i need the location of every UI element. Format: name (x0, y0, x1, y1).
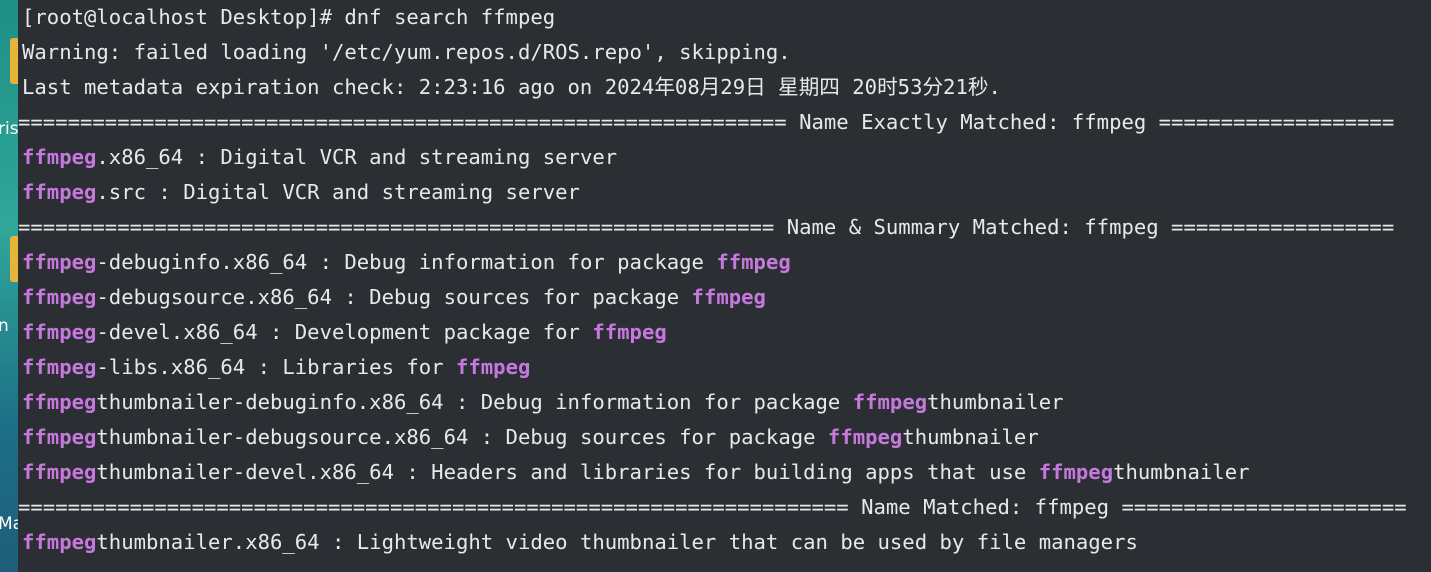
match-highlight: ffmpeg (22, 180, 97, 204)
desktop-label-fragment: n (0, 316, 9, 336)
match-highlight: ffmpeg (22, 355, 97, 379)
match-highlight: ffmpeg (1038, 460, 1114, 484)
entry-text: thumbnailer-debuginfo.x86_64 : Debug inf… (96, 390, 853, 414)
prompt-line: [root@localhost Desktop]# dnf search ffm… (22, 5, 556, 29)
package-entry: ffmpegthumbnailer-debugsource.x86_64 : D… (22, 420, 1039, 455)
package-entry: ffmpeg-debuginfo.x86_64 : Debug informat… (22, 245, 791, 280)
entry-text: -debuginfo.x86_64 : Debug information fo… (96, 250, 717, 274)
entry-text: thumbnailer-debugsource.x86_64 : Debug s… (96, 425, 828, 449)
match-highlight: ffmpeg (455, 355, 531, 379)
section-header: ========================================… (18, 495, 1407, 519)
desktop-label-fragment: Ma (0, 514, 18, 534)
folder-icon[interactable] (10, 236, 18, 282)
match-highlight: ffmpeg (22, 530, 97, 554)
match-highlight: ffmpeg (827, 425, 903, 449)
entry-text: thumbnailer.x86_64 : Lightweight video t… (96, 530, 1138, 554)
match-highlight: ffmpeg (22, 460, 97, 484)
package-entry: ffmpeg.src : Digital VCR and streaming s… (22, 175, 580, 210)
entry-text: -libs.x86_64 : Libraries for (96, 355, 456, 379)
match-highlight: ffmpeg (22, 425, 97, 449)
entry-text: .x86_64 : Digital VCR and streaming serv… (96, 145, 618, 169)
warning-line: Warning: failed loading '/etc/yum.repos.… (22, 40, 791, 64)
entry-text: thumbnailer (1113, 460, 1250, 484)
folder-icon[interactable] (10, 38, 18, 84)
entry-text: thumbnailer (927, 390, 1064, 414)
desktop-background-strip: ris n Ma (0, 0, 18, 572)
package-entry: ffmpeg-libs.x86_64 : Libraries for ffmpe… (22, 350, 530, 385)
desktop-label-fragment: ris (0, 119, 18, 139)
package-entry: ffmpeg-devel.x86_64 : Development packag… (22, 315, 667, 350)
package-entry: ffmpegthumbnailer-devel.x86_64 : Headers… (22, 455, 1250, 490)
match-highlight: ffmpeg (22, 250, 97, 274)
match-highlight: ffmpeg (716, 250, 791, 274)
match-highlight: ffmpeg (22, 390, 97, 414)
terminal-output[interactable]: [root@localhost Desktop]# dnf search ffm… (18, 0, 1431, 572)
section-header: ========================================… (18, 110, 1395, 134)
entry-text: thumbnailer (902, 425, 1039, 449)
entry-text: .src : Digital VCR and streaming server (96, 180, 580, 204)
package-entry: ffmpegthumbnailer-debuginfo.x86_64 : Deb… (22, 385, 1064, 420)
section-header: ========================================… (18, 215, 1395, 239)
match-highlight: ffmpeg (22, 285, 97, 309)
match-highlight: ffmpeg (852, 390, 928, 414)
package-entry: ffmpeg.x86_64 : Digital VCR and streamin… (22, 140, 617, 175)
match-highlight: ffmpeg (691, 285, 766, 309)
match-highlight: ffmpeg (592, 320, 667, 344)
match-highlight: ffmpeg (22, 320, 97, 344)
package-entry: ffmpeg-debugsource.x86_64 : Debug source… (22, 280, 766, 315)
metadata-line: Last metadata expiration check: 2:23:16 … (22, 75, 1001, 99)
package-entry: ffmpegthumbnailer.x86_64 : Lightweight v… (22, 525, 1138, 560)
match-highlight: ffmpeg (22, 145, 97, 169)
entry-text: thumbnailer-devel.x86_64 : Headers and l… (96, 460, 1039, 484)
entry-text: -devel.x86_64 : Development package for (96, 320, 593, 344)
entry-text: -debugsource.x86_64 : Debug sources for … (96, 285, 692, 309)
